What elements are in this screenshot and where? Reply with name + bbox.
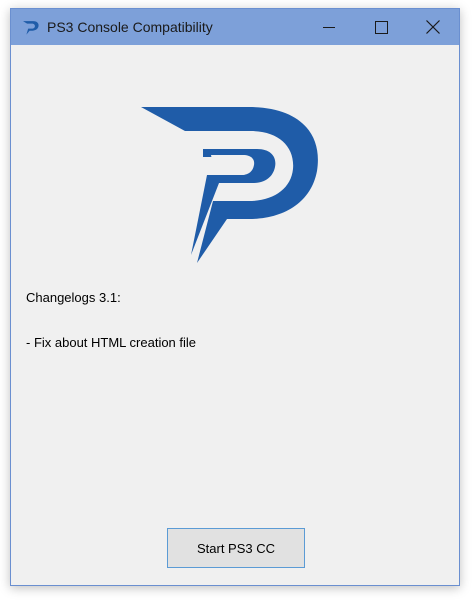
app-window: PS3 Console Compatibility Changelogs 3.1… (10, 8, 460, 586)
minimize-button[interactable] (303, 9, 355, 45)
changelog-item: - Fix about HTML creation file (26, 335, 197, 350)
close-button[interactable] (407, 9, 459, 45)
ps3cc-logo (141, 107, 318, 263)
caption-buttons (303, 9, 459, 45)
changelog-title: Changelogs 3.1: (26, 290, 121, 305)
window-content: Changelogs 3.1: - Fix about HTML creatio… (11, 45, 459, 585)
minimize-icon (323, 27, 335, 28)
window-title: PS3 Console Compatibility (47, 19, 213, 35)
close-icon (426, 20, 440, 34)
ps3cc-logo-icon (21, 17, 41, 37)
maximize-icon (374, 20, 388, 34)
maximize-button[interactable] (355, 9, 407, 45)
title-bar[interactable]: PS3 Console Compatibility (11, 9, 459, 45)
start-ps3cc-button[interactable]: Start PS3 CC (167, 528, 305, 568)
